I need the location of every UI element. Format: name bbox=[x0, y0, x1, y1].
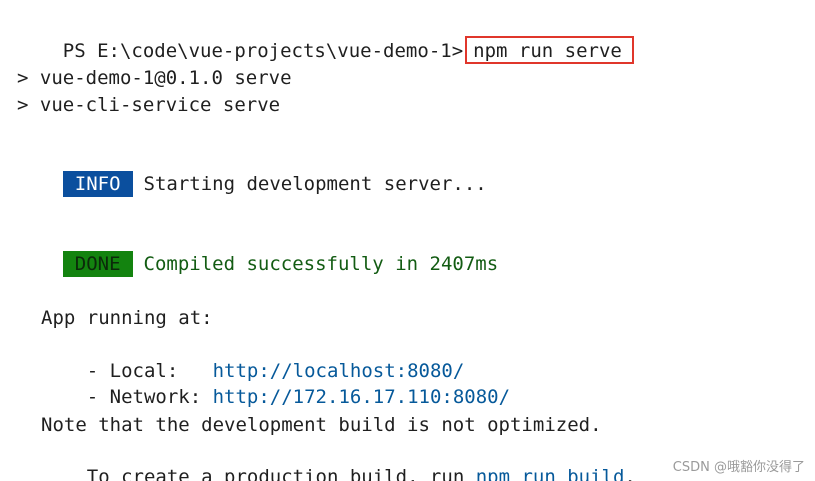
script-line-1: > vue-demo-1@0.1.0 serve bbox=[17, 67, 292, 89]
shell-prompt: PS E:\code\vue-projects\vue-demo-1> bbox=[62, 40, 464, 62]
note-line-2: To create a production build, run npm ru… bbox=[41, 438, 636, 481]
note-line-2-suffix: . bbox=[624, 466, 636, 481]
script-line-2: > vue-cli-service serve bbox=[17, 94, 281, 116]
done-line: DONE Compiled successfully in 2407ms bbox=[17, 225, 498, 277]
info-text: Starting development server... bbox=[143, 173, 487, 195]
app-running-heading: App running at: bbox=[41, 307, 213, 329]
local-url-line: - Local: http://localhost:8080/ bbox=[41, 332, 465, 382]
done-text: Compiled successfully in 2407ms bbox=[143, 253, 499, 275]
network-url-link[interactable]: http://172.16.17.110:8080/ bbox=[213, 386, 510, 408]
watermark: CSDN @哦豁你没得了 bbox=[672, 460, 805, 475]
prompt-line: PS E:\code\vue-projects\vue-demo-1> npm r… bbox=[17, 12, 634, 64]
build-command: npm run build bbox=[475, 466, 625, 481]
note-line-2-prefix: To create a production build, run bbox=[86, 466, 476, 481]
command-text: npm run serve bbox=[473, 40, 622, 62]
info-badge: INFO bbox=[62, 171, 133, 197]
network-label: - Network: bbox=[86, 386, 213, 408]
note-line-1: Note that the development build is not o… bbox=[41, 414, 602, 436]
info-line: INFO Starting development server... bbox=[17, 145, 487, 197]
done-badge: DONE bbox=[62, 251, 133, 277]
highlighted-command: npm run serve bbox=[465, 36, 634, 64]
network-url-line: - Network: http://172.16.17.110:8080/ bbox=[41, 358, 510, 408]
terminal-window[interactable]: PS E:\code\vue-projects\vue-demo-1> npm r… bbox=[0, 0, 815, 481]
